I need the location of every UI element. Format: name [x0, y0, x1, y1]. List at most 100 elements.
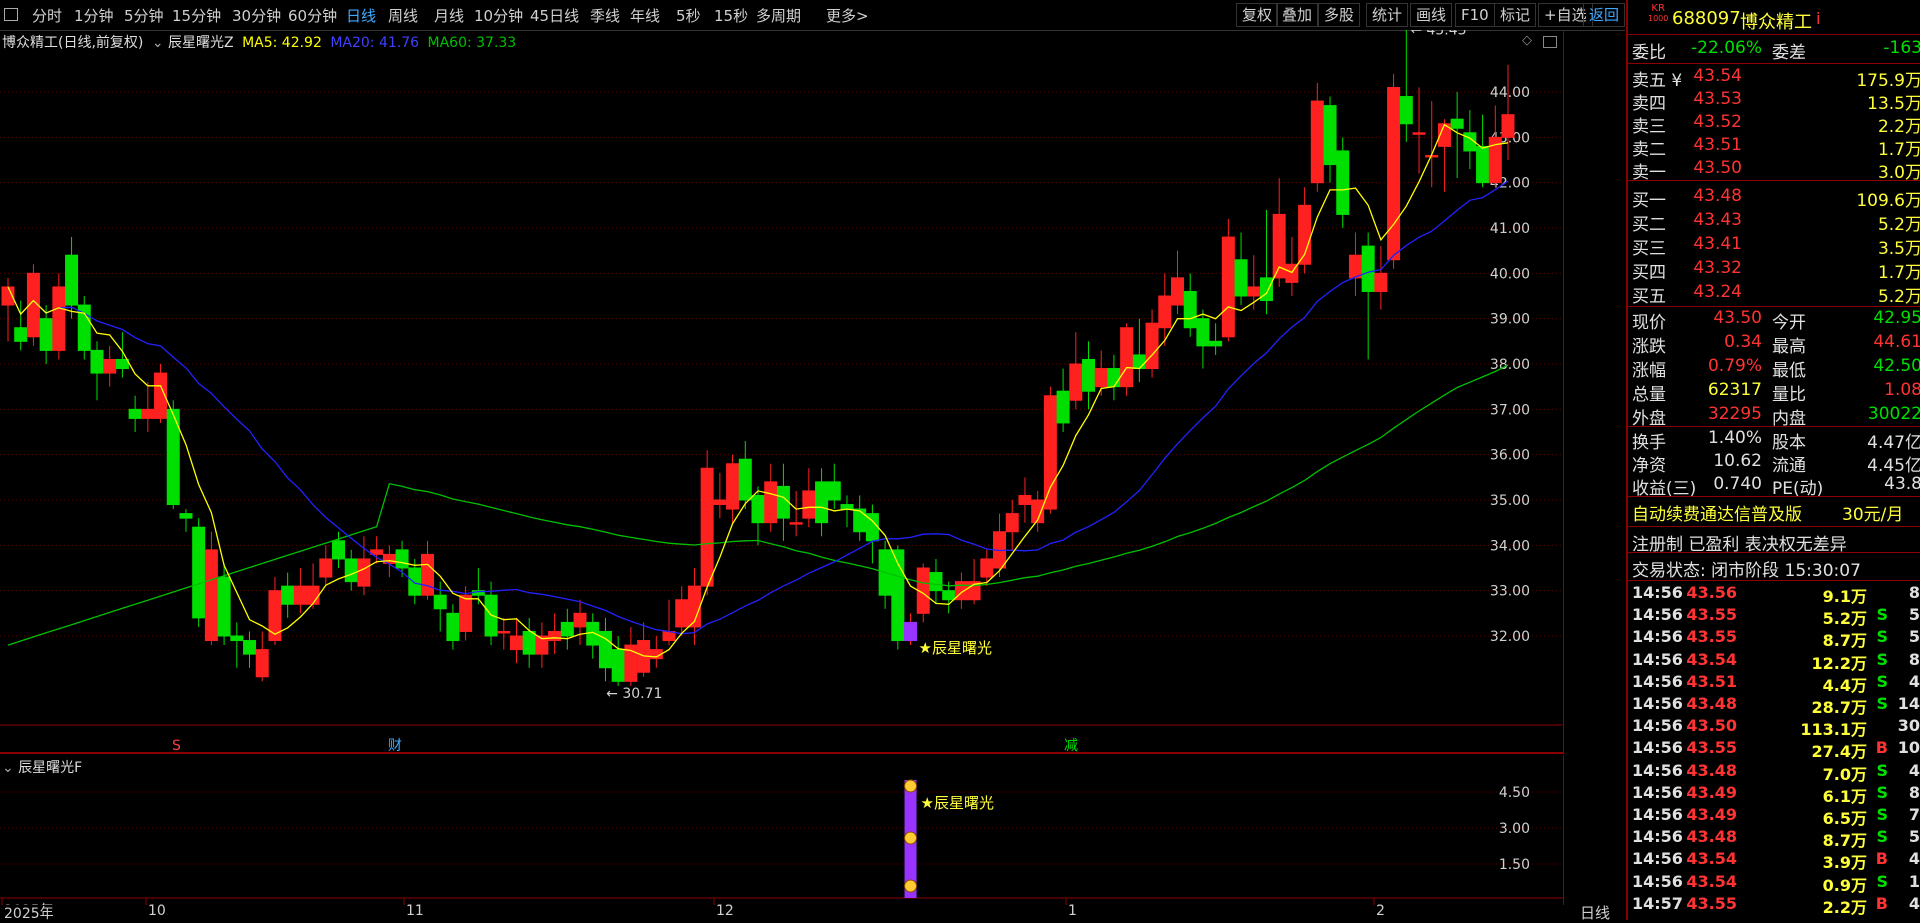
info-icon[interactable]: i — [1816, 9, 1820, 28]
candle[interactable] — [509, 635, 523, 651]
promo-row[interactable]: 自动续费通达信普及版 30元/月 — [1632, 500, 1920, 525]
candle[interactable] — [776, 485, 790, 519]
event-marker[interactable]: S — [172, 738, 181, 754]
candle[interactable] — [1259, 277, 1273, 302]
candle[interactable] — [255, 649, 269, 678]
promo-price[interactable]: 30元/月 — [1842, 500, 1903, 525]
period-9[interactable]: 10分钟 — [474, 5, 523, 26]
candle[interactable] — [1209, 340, 1223, 347]
candle[interactable] — [243, 640, 257, 655]
candle[interactable] — [1221, 236, 1235, 338]
candle[interactable] — [1234, 259, 1248, 297]
period-6[interactable]: 日线 — [346, 5, 376, 26]
period-4[interactable]: 30分钟 — [232, 5, 281, 26]
candle[interactable] — [548, 630, 562, 642]
candle[interactable] — [738, 458, 752, 501]
sub-indicator-pane[interactable]: 4.503.001.50★辰星曙光2025年10111212 — [0, 755, 1564, 905]
candle[interactable] — [1132, 354, 1146, 370]
candle[interactable] — [446, 612, 460, 642]
period-3[interactable]: 15分钟 — [172, 5, 221, 26]
candle[interactable] — [1056, 390, 1070, 424]
event-marker[interactable]: 财 — [388, 738, 402, 754]
chart-settings-icon[interactable]: ◇ — [1522, 33, 1532, 48]
candle[interactable] — [611, 649, 625, 682]
candle[interactable] — [1005, 513, 1019, 533]
period-15[interactable]: 多周期 — [756, 5, 801, 26]
candle[interactable] — [39, 318, 53, 351]
sell-row[interactable]: 卖五 ¥ 43.54 175.9万 — [1632, 66, 1920, 91]
period-8[interactable]: 月线 — [434, 5, 464, 26]
tool-button-1[interactable]: 叠加 — [1276, 3, 1319, 27]
tool-button-2[interactable]: 多股 — [1318, 3, 1361, 27]
promo-text[interactable]: 自动续费通达信普及版 — [1632, 500, 1802, 525]
candle[interactable] — [840, 504, 854, 510]
candle[interactable] — [217, 576, 231, 637]
candle[interactable] — [268, 590, 282, 642]
candle[interactable] — [1120, 327, 1134, 388]
candle[interactable] — [586, 621, 600, 646]
candle[interactable] — [1399, 96, 1413, 125]
candle[interactable] — [395, 549, 409, 569]
candle[interactable] — [1336, 150, 1350, 215]
period-0[interactable]: 分时 — [32, 5, 62, 26]
candle[interactable] — [1069, 363, 1083, 401]
candle[interactable] — [1247, 286, 1261, 297]
candle[interactable] — [1348, 254, 1362, 279]
tool-button-8[interactable]: 返回 — [1583, 3, 1625, 27]
candle[interactable] — [65, 254, 79, 306]
candle[interactable] — [942, 590, 956, 601]
candle[interactable] — [319, 558, 333, 578]
candle[interactable] — [700, 467, 714, 587]
candle[interactable] — [52, 286, 66, 351]
candle[interactable] — [904, 621, 918, 642]
candle[interactable] — [1387, 86, 1401, 261]
candle[interactable] — [1107, 368, 1121, 388]
period-7[interactable]: 周线 — [388, 5, 418, 26]
candle[interactable] — [357, 558, 371, 587]
candle[interactable] — [929, 572, 943, 592]
sell-row[interactable]: 卖四 43.53 13.5万 — [1632, 89, 1920, 114]
candle[interactable] — [141, 408, 155, 419]
candle[interactable] — [1145, 322, 1159, 370]
window-menu-icon[interactable] — [4, 8, 18, 21]
sell-row[interactable]: 卖三 43.52 2.2万 — [1632, 112, 1920, 137]
period-10[interactable]: 45日线 — [530, 5, 579, 26]
candle[interactable] — [332, 540, 346, 560]
candle[interactable] — [1170, 277, 1184, 306]
candle[interactable] — [675, 599, 689, 628]
candle[interactable] — [815, 481, 829, 524]
event-marker[interactable]: 减 — [1064, 738, 1078, 754]
candlestick-chart[interactable]: 44.0043.0042.0041.0040.0039.0038.0037.00… — [0, 30, 1564, 754]
candle[interactable] — [420, 553, 434, 596]
candle[interactable] — [1298, 204, 1312, 265]
candle[interactable] — [459, 594, 473, 632]
candle[interactable] — [344, 558, 358, 583]
candle[interactable] — [1183, 290, 1197, 329]
candle[interactable] — [497, 630, 511, 634]
candle[interactable] — [980, 558, 994, 578]
tool-button-5[interactable]: F10 — [1455, 3, 1495, 27]
period-16[interactable]: 更多> — [826, 5, 869, 26]
period-1[interactable]: 1分钟 — [74, 5, 114, 26]
candle[interactable] — [764, 481, 778, 524]
period-13[interactable]: 5秒 — [676, 5, 701, 26]
candle[interactable] — [90, 349, 104, 374]
candle[interactable] — [1158, 295, 1172, 329]
candle[interactable] — [853, 508, 867, 533]
pane-maximize-icon[interactable] — [1543, 36, 1557, 48]
buy-row[interactable]: 买四 43.32 1.7万 — [1632, 258, 1920, 283]
candle[interactable] — [179, 513, 193, 519]
candle[interactable] — [1043, 395, 1057, 510]
candle[interactable] — [713, 499, 727, 506]
candle[interactable] — [827, 481, 841, 501]
tool-button-4[interactable]: 画线 — [1410, 3, 1453, 27]
candle[interactable] — [1018, 494, 1032, 506]
tool-button-0[interactable]: 复权 — [1236, 3, 1279, 27]
candle[interactable] — [103, 358, 117, 374]
candle[interactable] — [230, 635, 244, 642]
period-12[interactable]: 年线 — [630, 5, 660, 26]
candle[interactable] — [1476, 145, 1490, 184]
candle[interactable] — [1374, 272, 1388, 292]
tool-button-6[interactable]: 标记 — [1494, 3, 1537, 27]
candle[interactable] — [433, 594, 447, 610]
